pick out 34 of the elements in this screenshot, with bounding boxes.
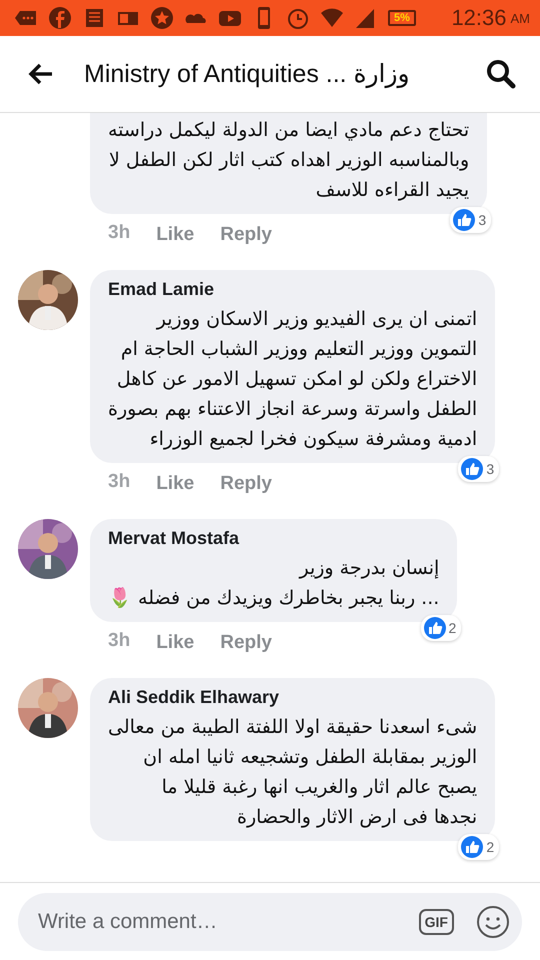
like-icon (424, 617, 446, 639)
clock-time: 12:36 (451, 5, 506, 31)
battery-level: 5% (388, 10, 416, 26)
comment-author[interactable]: Emad Lamie (108, 279, 478, 300)
search-icon[interactable] (486, 59, 516, 89)
comment-author[interactable]: Mervat Mostafa (108, 528, 440, 549)
like-link[interactable]: Like (156, 630, 194, 656)
clock-meridiem: AM (510, 10, 530, 26)
reaction-count[interactable]: 2 (458, 834, 500, 860)
reaction-count[interactable]: 3 (450, 207, 492, 233)
back-arrow-icon[interactable] (28, 63, 54, 85)
like-icon (453, 209, 476, 231)
reaction-count[interactable]: 2 (420, 615, 462, 641)
like-icon (461, 458, 484, 480)
reply-link[interactable]: Reply (220, 471, 272, 497)
alarm-icon (286, 6, 310, 30)
comment-text: إنسان بدرجة وزير ... ربنا يجبر بخاطرك ويزيدك من فضله 🌷 (108, 556, 440, 611)
comment-text: شىء اسعدنا حقيقة اولا اللفتة الطيبة من معالى الوزير بمقابلة الطفل وتشجيعه ثانيا امله ان يصبح عالم اثار والغريب انها رغبة قليلا ما نجدها فى ارض الاثار والحضارة (108, 715, 478, 830)
reaction-count[interactable]: 3 (458, 456, 500, 482)
comment-time: 3h (108, 222, 130, 245)
comment-text: تحتاج دعم مادي ايضا من الدولة ليكمل دراسته وبالمناسبه الوزير اهداه كتب اثار لكن الطفل لا يجيد القراءه للاسف (108, 118, 470, 203)
reply-link[interactable]: Reply (220, 630, 272, 656)
page-title: Ministry of Antiquities ... وزارة (84, 59, 411, 89)
reply-link[interactable]: Reply (220, 222, 272, 248)
emoji-icon[interactable] (476, 905, 510, 939)
comment-time: 3h (108, 471, 130, 494)
comment-input[interactable]: Write a comment… GIF (18, 893, 522, 951)
like-icon (461, 836, 484, 858)
comment-text: اتمنى ان يرى الفيديو وزير الاسكان ووزير التموين ووزير التعليم ووزير الشباب الحاجة ام الاختراع ولكن لو امكن تسهيل الامور عن كاهل الطفل واسرتة وسرعة انجاز الاعتناء بهم بصورة ادمية ومشرفة سيكون فخرا لجميع الوزراء (108, 307, 478, 452)
comment-time: 3h (108, 630, 130, 653)
like-link[interactable]: Like (156, 471, 194, 497)
gif-button[interactable]: GIF (418, 909, 454, 935)
like-link[interactable]: Like (156, 222, 194, 248)
comment-author[interactable]: Ali Seddik Elhawary (108, 687, 478, 708)
